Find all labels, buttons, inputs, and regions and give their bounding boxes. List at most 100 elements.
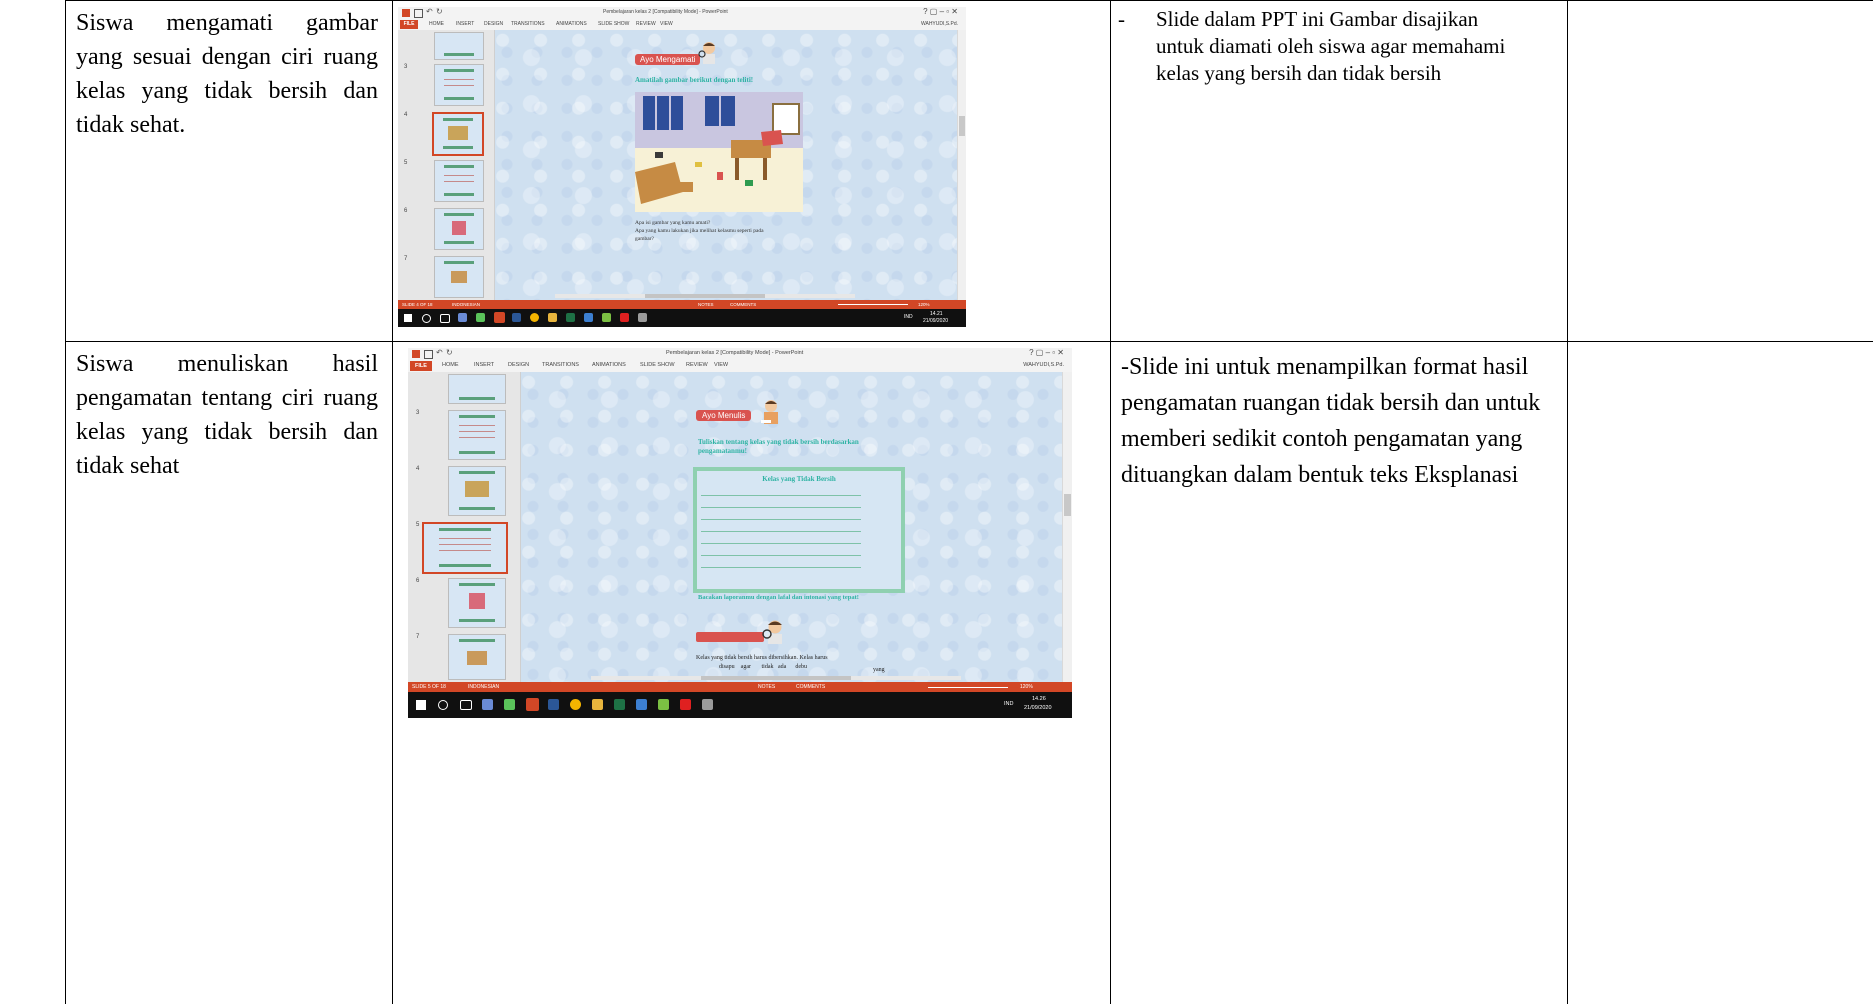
tab-design[interactable]: DESIGN (508, 362, 529, 368)
undo-icon[interactable]: ↶ (436, 348, 443, 357)
zoom-slider[interactable] (838, 304, 908, 305)
redo-icon[interactable]: ↻ (446, 348, 453, 357)
tray-clock-time[interactable]: 14.21 (930, 311, 943, 317)
slide-thumbnail[interactable] (448, 374, 506, 404)
slide-thumbnail[interactable] (434, 64, 484, 106)
slide-thumbnail[interactable] (434, 32, 484, 60)
slide-thumbnail-pane[interactable]: 3 4 5 6 7 (408, 372, 521, 682)
horizontal-scrollbar[interactable] (555, 294, 855, 298)
window-controls[interactable]: ? ▢ – ▫ ✕ (1029, 348, 1064, 357)
tab-insert[interactable]: INSERT (456, 21, 474, 27)
app-icon[interactable] (602, 313, 611, 322)
user-name[interactable]: WAHYUDI,S.Pd. (921, 21, 958, 27)
slide-thumbnail[interactable] (434, 208, 484, 250)
search-icon[interactable] (438, 700, 448, 710)
slide-thumbnail-selected[interactable] (422, 522, 508, 574)
tab-transitions[interactable]: TRANSITIONS (542, 362, 579, 368)
heart-app-icon[interactable] (504, 699, 515, 710)
tray-clock-time[interactable]: 14.26 (1032, 696, 1046, 702)
tray-language[interactable]: IND (904, 314, 913, 320)
slide-canvas[interactable]: Ayo Menulis Tuliskan tentang kelas yang … (521, 372, 1062, 682)
tab-animations[interactable]: ANIMATIONS (592, 362, 626, 368)
slide-thumbnail[interactable] (434, 256, 484, 298)
notes-button[interactable]: NOTES (758, 682, 775, 692)
vertical-scrollbar[interactable] (1062, 372, 1072, 682)
tab-transitions[interactable]: TRANSITIONS (511, 21, 545, 27)
search-icon[interactable] (422, 314, 431, 323)
notes-button[interactable]: NOTES (698, 300, 714, 309)
app-icon[interactable] (458, 313, 467, 322)
tab-insert[interactable]: INSERT (474, 362, 494, 368)
app-icon[interactable] (584, 313, 593, 322)
slide-thumbnail[interactable] (448, 410, 506, 460)
chrome-icon[interactable] (570, 699, 581, 710)
slide-question: Apa yang kamu lakukan jika melihat kelas… (635, 228, 764, 234)
app-icon[interactable] (482, 699, 493, 710)
tray-clock-date[interactable]: 21/09/2020 (1024, 705, 1052, 711)
language-status[interactable]: INDONESIAN (452, 300, 480, 309)
powerpoint-icon[interactable] (526, 698, 539, 711)
tab-home[interactable]: HOME (429, 21, 444, 27)
slide-thumbnail[interactable] (448, 578, 506, 628)
window-controls[interactable]: ? ▢ – ▫ ✕ (923, 7, 958, 16)
folder-icon[interactable] (592, 699, 603, 710)
user-name[interactable]: WAHYUDI,S.Pd. (1023, 362, 1064, 368)
tab-review[interactable]: REVIEW (636, 21, 656, 27)
vertical-scrollbar[interactable] (957, 30, 966, 300)
slide-counter: SLIDE 4 OF 18 (402, 302, 433, 307)
comments-button[interactable]: COMMENTS (730, 300, 756, 309)
writing-box[interactable]: Kelas yang Tidak Bersih (693, 467, 905, 593)
comments-button[interactable]: COMMENTS (796, 682, 825, 692)
save-icon[interactable] (414, 9, 423, 18)
task-view-icon[interactable] (440, 314, 450, 323)
undo-icon[interactable]: ↶ (426, 7, 433, 16)
app-icon[interactable] (658, 699, 669, 710)
tab-design[interactable]: DESIGN (484, 21, 503, 27)
note-cell: -Slide ini untuk menampilkan format hasi… (1121, 349, 1561, 493)
heart-app-icon[interactable] (476, 313, 485, 322)
tab-review[interactable]: REVIEW (686, 362, 708, 368)
app-icon[interactable] (636, 699, 647, 710)
slide-thumbnail-selected[interactable] (432, 112, 484, 156)
windows-start-icon[interactable] (404, 314, 412, 322)
redo-icon[interactable]: ↻ (436, 7, 443, 16)
language-status[interactable]: INDONESIAN (468, 682, 499, 692)
slide-canvas[interactable]: Ayo Mengamati Amatilah gambar berikut de… (495, 30, 957, 300)
tab-slide-show[interactable]: SLIDE SHOW (640, 362, 675, 368)
app-icon[interactable] (638, 313, 647, 322)
app-icon[interactable] (702, 699, 713, 710)
powerpoint-icon[interactable] (494, 312, 505, 323)
excel-icon[interactable] (566, 313, 575, 322)
acrobat-icon[interactable] (680, 699, 691, 710)
slide-thumbnail[interactable] (448, 634, 506, 680)
file-tab[interactable]: FILE (410, 361, 432, 371)
activity-line: Siswa menuliskan hasil (76, 351, 378, 377)
activity-line: tidak sehat (76, 453, 180, 479)
tab-slide-show[interactable]: SLIDE SHOW (598, 21, 629, 27)
zoom-level[interactable]: 120% (918, 300, 930, 309)
horizontal-scrollbar[interactable] (591, 676, 961, 680)
slide-thumbnail-pane[interactable]: 3 4 5 6 7 (398, 30, 495, 300)
tab-view[interactable]: VIEW (714, 362, 728, 368)
excel-icon[interactable] (614, 699, 625, 710)
tray-language[interactable]: IND (1004, 701, 1013, 707)
acrobat-icon[interactable] (620, 313, 629, 322)
tab-view[interactable]: VIEW (660, 21, 673, 27)
tab-animations[interactable]: ANIMATIONS (556, 21, 587, 27)
slide-thumbnail[interactable] (448, 466, 506, 516)
zoom-slider[interactable] (928, 687, 1008, 688)
save-icon[interactable] (424, 350, 433, 359)
tab-home[interactable]: HOME (442, 362, 459, 368)
chrome-icon[interactable] (530, 313, 539, 322)
slide-instruction: Tuliskan tentang kelas yang tidak bersih… (698, 438, 859, 455)
file-tab[interactable]: FILE (400, 20, 418, 29)
tray-clock-date[interactable]: 21/09/2020 (923, 318, 948, 324)
folder-icon[interactable] (548, 313, 557, 322)
windows-taskbar: IND 14.26 21/09/2020 (408, 692, 1072, 718)
word-icon[interactable] (512, 313, 521, 322)
task-view-icon[interactable] (460, 700, 472, 710)
word-icon[interactable] (548, 699, 559, 710)
zoom-level[interactable]: 120% (1020, 682, 1033, 692)
windows-start-icon[interactable] (416, 700, 426, 710)
slide-thumbnail[interactable] (434, 160, 484, 202)
